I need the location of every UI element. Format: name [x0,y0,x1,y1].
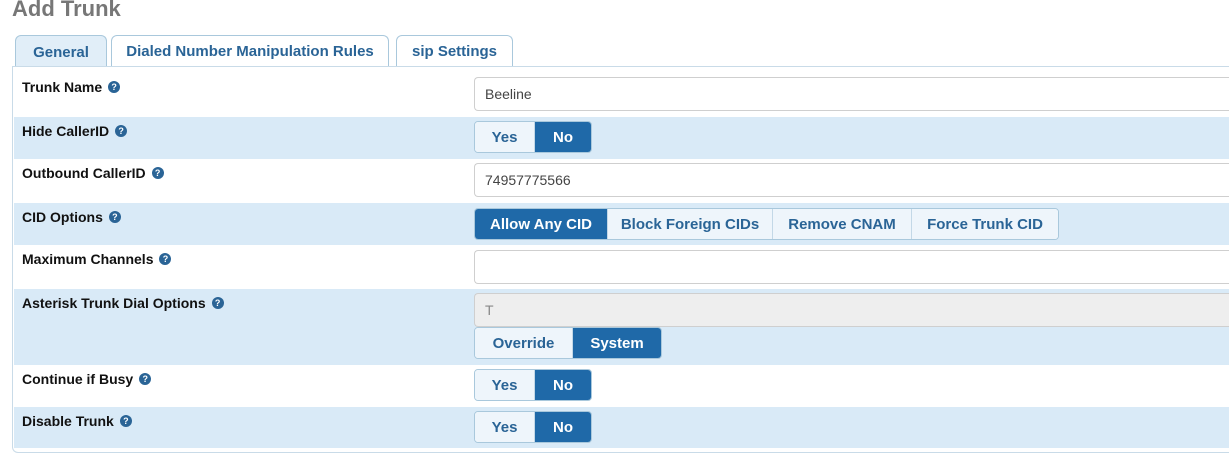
remove-cnam-button[interactable]: Remove CNAM [773,209,912,239]
outbound-callerid-label: Outbound CallerID ? [22,165,164,181]
asterisk-trunk-dial-options-label: Asterisk Trunk Dial Options ? [22,295,224,311]
cid-options-label: CID Options ? [22,209,121,225]
question-circle-icon[interactable]: ? [108,81,121,93]
disable-trunk-yes-button[interactable]: Yes [475,412,535,442]
question-circle-icon[interactable]: ? [151,167,164,179]
question-circle-icon[interactable]: ? [139,373,152,385]
force-trunk-cid-button[interactable]: Force Trunk CID [912,209,1058,239]
cid-options-group: Allow Any CID Block Foreign CIDs Remove … [474,208,1059,240]
dial-options-toggle: Override System [474,327,662,359]
question-circle-icon[interactable]: ? [119,415,132,427]
row-continue-if-busy: Continue if Busy ? Yes No [14,365,1229,407]
hide-callerid-no-button[interactable]: No [535,122,591,152]
page-title: Add Trunk [12,0,121,21]
tab-sip-settings[interactable]: sip Settings [396,35,513,67]
system-button[interactable]: System [573,328,661,358]
outbound-callerid-input[interactable]: 74957775566 [474,163,1229,197]
question-circle-icon[interactable]: ? [159,253,172,265]
general-panel: Trunk Name ? Beeline Hide CallerID ? Yes… [12,66,1229,453]
question-circle-icon[interactable]: ? [108,211,121,223]
maximum-channels-input[interactable] [474,250,1229,284]
maximum-channels-label: Maximum Channels ? [22,251,172,267]
block-foreign-cids-button[interactable]: Block Foreign CIDs [608,209,773,239]
disable-trunk-toggle: Yes No [474,411,592,443]
continue-if-busy-label: Continue if Busy ? [22,371,152,387]
continue-if-busy-toggle: Yes No [474,369,592,401]
row-maximum-channels: Maximum Channels ? [14,245,1229,289]
hide-callerid-yes-button[interactable]: Yes [475,122,535,152]
hide-callerid-toggle: Yes No [474,121,592,153]
disable-trunk-no-button[interactable]: No [535,412,591,442]
trunk-name-input[interactable]: Beeline [474,77,1229,111]
tab-general[interactable]: General [15,35,107,68]
continue-if-busy-yes-button[interactable]: Yes [475,370,535,400]
row-cid-options: CID Options ? Allow Any CID Block Foreig… [14,203,1229,245]
row-trunk-name: Trunk Name ? Beeline [14,67,1229,117]
hide-callerid-label: Hide CallerID ? [22,123,128,139]
dial-options-input: T [474,293,1229,327]
row-hide-callerid: Hide CallerID ? Yes No [14,117,1229,159]
override-button[interactable]: Override [475,328,573,358]
row-asterisk-trunk-dial-options: Asterisk Trunk Dial Options ? T Override… [14,289,1229,365]
row-outbound-callerid: Outbound CallerID ? 74957775566 [14,159,1229,203]
question-circle-icon[interactable]: ? [211,297,224,309]
row-disable-trunk: Disable Trunk ? Yes No [14,407,1229,448]
continue-if-busy-no-button[interactable]: No [535,370,591,400]
disable-trunk-label: Disable Trunk ? [22,413,132,429]
trunk-name-label: Trunk Name ? [22,79,121,95]
question-circle-icon[interactable]: ? [115,125,128,137]
allow-any-cid-button[interactable]: Allow Any CID [475,209,608,239]
tab-dialed-number-manipulation-rules[interactable]: Dialed Number Manipulation Rules [111,35,389,67]
